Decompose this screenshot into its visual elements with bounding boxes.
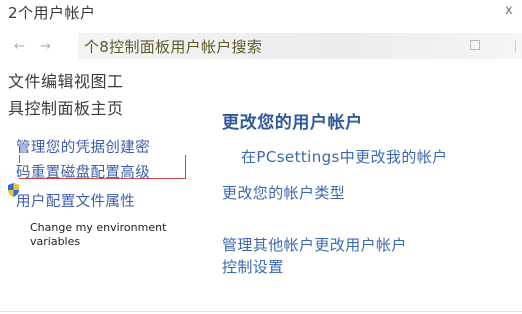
window-title: 2个用户帐户 (8, 4, 96, 22)
menu-bar-text[interactable]: 文件编辑视图工 (8, 68, 124, 92)
close-icon[interactable]: x (505, 4, 513, 17)
page-title: 更改您的用户帐户 (222, 113, 363, 133)
selection-highlight (19, 155, 186, 179)
manage-credentials-link[interactable]: 管理您的凭据创建密 (16, 136, 150, 157)
address-dropdown-icon[interactable] (470, 40, 480, 50)
uac-settings-link[interactable]: 控制设置 (222, 256, 284, 277)
control-panel-home-link[interactable]: 具控制面板主页 (8, 95, 124, 119)
change-account-type-link[interactable]: 更改您的帐户类型 (222, 182, 345, 203)
user-accounts-window: 2个用户帐户 x ← → 个8控制面板用户帐户搜索 文件编辑视图工 具控制面板主… (0, 0, 522, 314)
profile-properties-link[interactable]: 用户配置文件属性 (16, 190, 135, 211)
environment-variables-link[interactable]: Change my environment variables (30, 221, 180, 249)
manage-other-accounts-link[interactable]: 管理其他帐户更改用户帐户 (222, 234, 407, 255)
forward-arrow-icon[interactable]: → (40, 40, 51, 53)
pc-settings-link[interactable]: 在PCsettings中更改我的帐户 (241, 146, 448, 167)
address-text[interactable]: 个8控制面板用户帐户搜索 (84, 36, 262, 57)
divider (0, 311, 522, 312)
search-input[interactable] (515, 40, 522, 52)
back-arrow-icon[interactable]: ← (14, 40, 25, 53)
